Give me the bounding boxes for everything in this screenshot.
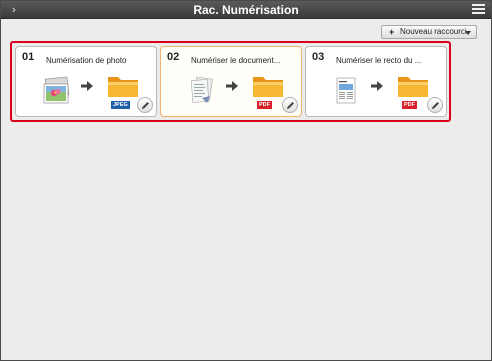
pdf-format-badge: PDF [402, 101, 417, 109]
edit-shortcut-button[interactable] [137, 97, 153, 113]
shortcut-number: 01 [22, 51, 35, 63]
pencil-icon [142, 102, 149, 109]
shortcut-card-page-front[interactable]: 03 Numériser le recto du ... PDF [305, 46, 447, 117]
shortcut-card-photo[interactable]: 01 Numérisation de photo JPEG [15, 46, 157, 117]
document-icon [190, 76, 213, 103]
window-title: Rac. Numérisation [193, 3, 299, 17]
shortcut-title: Numérisation de photo [46, 56, 127, 65]
arrow-right-icon [226, 81, 238, 91]
plus-icon: + [389, 27, 395, 37]
arrow-right-icon [371, 81, 383, 91]
shortcut-title: Numériser le recto du ... [336, 56, 422, 65]
chevron-down-icon [465, 31, 471, 35]
shortcut-list: 01 Numérisation de photo JPEG 02 Numéris… [10, 41, 451, 122]
shortcut-number: 02 [167, 51, 180, 63]
jpeg-format-badge: JPEG [111, 101, 130, 109]
pencil-icon [432, 102, 439, 109]
shortcut-number: 03 [312, 51, 325, 63]
pencil-icon [287, 102, 294, 109]
arrow-right-icon [81, 81, 93, 91]
folder-icon [108, 77, 138, 97]
edit-shortcut-button[interactable] [282, 97, 298, 113]
pdf-format-badge: PDF [257, 101, 272, 109]
shortcut-title: Numériser le document... [191, 56, 281, 65]
page-front-icon [336, 77, 356, 104]
title-bar: › Rac. Numérisation [1, 1, 491, 19]
folder-icon [253, 77, 283, 97]
folder-icon [398, 77, 428, 97]
photo-icon [43, 76, 70, 104]
shortcut-card-document[interactable]: 02 Numériser le document... PDF [160, 46, 302, 117]
scan-shortcut-window: › Rac. Numérisation + Nouveau raccourci … [0, 0, 492, 361]
new-shortcut-label: Nouveau raccourci [400, 27, 467, 36]
hamburger-menu-icon[interactable] [472, 4, 485, 15]
edit-shortcut-button[interactable] [427, 97, 443, 113]
new-shortcut-button[interactable]: + Nouveau raccourci [381, 25, 477, 39]
